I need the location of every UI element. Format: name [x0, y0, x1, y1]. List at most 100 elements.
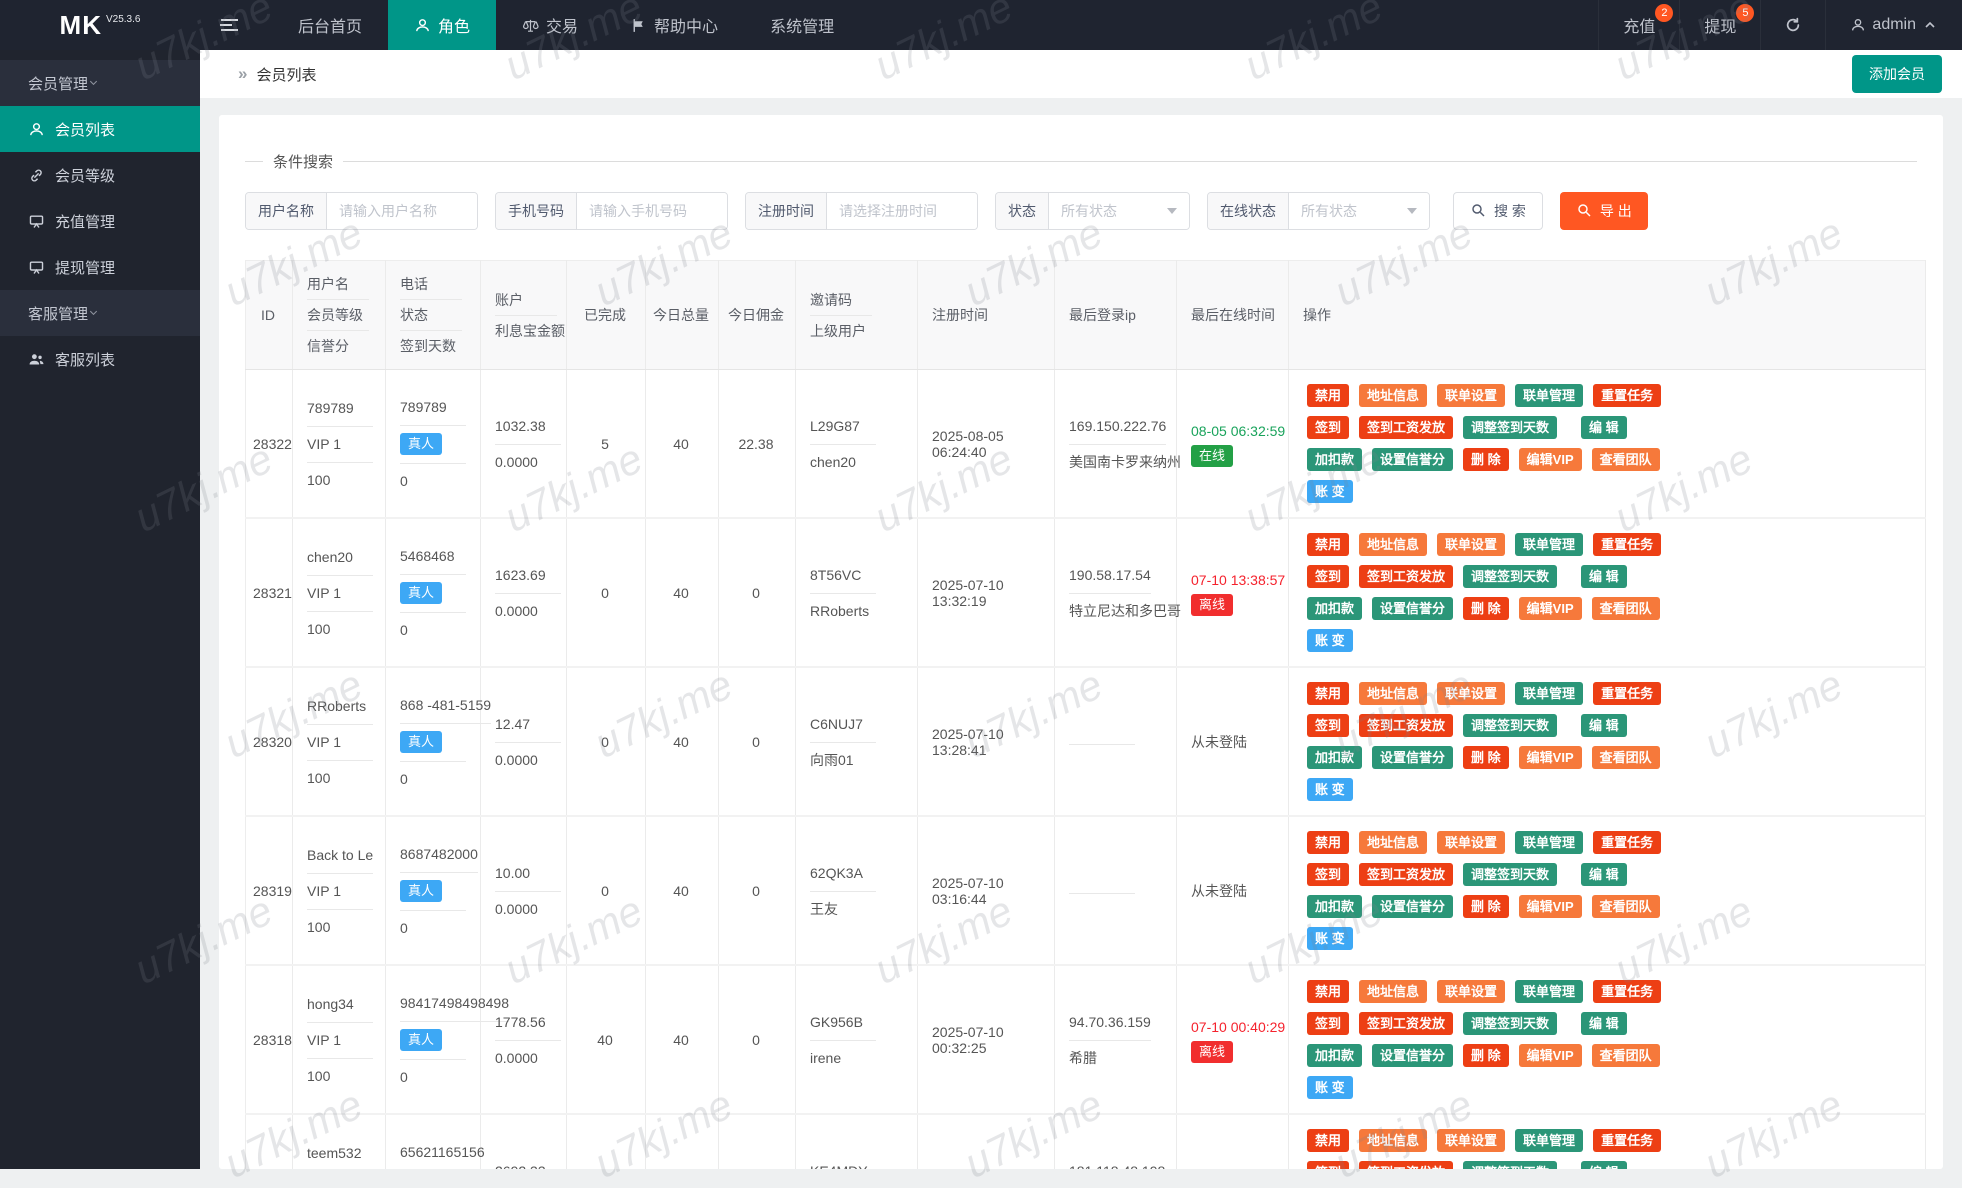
action-address-info[interactable]: 地址信息 — [1359, 831, 1428, 854]
action-view-team[interactable]: 查看团队 — [1591, 746, 1660, 769]
export-button[interactable]: 导 出 — [1559, 192, 1648, 230]
action-account-change[interactable]: 账 变 — [1307, 1076, 1353, 1099]
action-view-team[interactable]: 查看团队 — [1591, 1044, 1660, 1067]
action-reset-task[interactable]: 重置任务 — [1593, 533, 1662, 556]
action-order-settings[interactable]: 联单设置 — [1437, 384, 1506, 407]
action-view-team[interactable]: 查看团队 — [1591, 448, 1660, 471]
action-view-team[interactable]: 查看团队 — [1591, 597, 1660, 620]
action-edit-vip[interactable]: 编辑VIP — [1518, 1044, 1582, 1067]
action-address-info[interactable]: 地址信息 — [1359, 1129, 1428, 1152]
action-delete[interactable]: 删 除 — [1463, 597, 1509, 620]
nav-tab-system[interactable]: 系统管理 — [744, 0, 860, 50]
action-edit-vip[interactable]: 编辑VIP — [1518, 895, 1582, 918]
action-account-change[interactable]: 账 变 — [1307, 629, 1353, 652]
action-edit-vip[interactable]: 编辑VIP — [1518, 597, 1582, 620]
action-edit[interactable]: 编 辑 — [1581, 416, 1627, 439]
recharge-button[interactable]: 充值 2 — [1598, 0, 1679, 50]
action-disable[interactable]: 禁用 — [1307, 682, 1350, 705]
action-reset-task[interactable]: 重置任务 — [1593, 1129, 1662, 1152]
sidebar-group-service-manage[interactable]: 客服管理 — [0, 290, 200, 336]
filter-input-username[interactable] — [327, 193, 477, 229]
action-order-manage[interactable]: 联单管理 — [1515, 980, 1584, 1003]
sidebar-group-member-manage[interactable]: 会员管理 — [0, 60, 200, 106]
action-account-change[interactable]: 账 变 — [1307, 480, 1353, 503]
action-adjust-sign-days[interactable]: 调整签到天数 — [1463, 714, 1558, 737]
action-add-deduct[interactable]: 加扣款 — [1307, 746, 1363, 769]
action-reset-task[interactable]: 重置任务 — [1593, 831, 1662, 854]
action-adjust-sign-days[interactable]: 调整签到天数 — [1463, 863, 1558, 886]
action-sign-in[interactable]: 签到 — [1307, 714, 1350, 737]
nav-tab-trade[interactable]: 交易 — [496, 0, 604, 50]
action-sign-in[interactable]: 签到 — [1307, 416, 1350, 439]
action-reset-task[interactable]: 重置任务 — [1593, 682, 1662, 705]
user-menu[interactable]: admin — [1825, 0, 1962, 50]
action-set-credit[interactable]: 设置信誉分 — [1372, 597, 1454, 620]
action-adjust-sign-days[interactable]: 调整签到天数 — [1463, 1161, 1558, 1169]
sidebar-item-member-level[interactable]: 会员等级 — [0, 152, 200, 198]
filter-select-online-status[interactable]: 所有状态 — [1289, 193, 1429, 229]
action-sign-salary[interactable]: 签到工资发放 — [1359, 714, 1454, 737]
action-order-manage[interactable]: 联单管理 — [1515, 384, 1584, 407]
action-disable[interactable]: 禁用 — [1307, 533, 1350, 556]
action-set-credit[interactable]: 设置信誉分 — [1372, 746, 1454, 769]
action-reset-task[interactable]: 重置任务 — [1593, 980, 1662, 1003]
action-edit[interactable]: 编 辑 — [1581, 863, 1627, 886]
refresh-button[interactable] — [1760, 0, 1825, 50]
action-edit[interactable]: 编 辑 — [1581, 1012, 1627, 1035]
action-address-info[interactable]: 地址信息 — [1359, 682, 1428, 705]
action-delete[interactable]: 删 除 — [1463, 746, 1509, 769]
action-sign-salary[interactable]: 签到工资发放 — [1359, 565, 1454, 588]
action-edit[interactable]: 编 辑 — [1581, 1161, 1627, 1169]
action-edit[interactable]: 编 辑 — [1581, 714, 1627, 737]
action-reset-task[interactable]: 重置任务 — [1593, 384, 1662, 407]
action-add-deduct[interactable]: 加扣款 — [1307, 448, 1363, 471]
action-view-team[interactable]: 查看团队 — [1591, 895, 1660, 918]
action-order-settings[interactable]: 联单设置 — [1437, 831, 1506, 854]
action-sign-salary[interactable]: 签到工资发放 — [1359, 1012, 1454, 1035]
action-sign-in[interactable]: 签到 — [1307, 1012, 1350, 1035]
action-order-manage[interactable]: 联单管理 — [1515, 682, 1584, 705]
action-address-info[interactable]: 地址信息 — [1359, 980, 1428, 1003]
action-order-settings[interactable]: 联单设置 — [1437, 980, 1506, 1003]
action-sign-in[interactable]: 签到 — [1307, 863, 1350, 886]
action-set-credit[interactable]: 设置信誉分 — [1372, 895, 1454, 918]
action-account-change[interactable]: 账 变 — [1307, 927, 1353, 950]
action-order-settings[interactable]: 联单设置 — [1437, 533, 1506, 556]
action-adjust-sign-days[interactable]: 调整签到天数 — [1463, 1012, 1558, 1035]
nav-tab-home[interactable]: 后台首页 — [272, 0, 388, 50]
menu-toggle-icon[interactable] — [200, 0, 258, 50]
action-disable[interactable]: 禁用 — [1307, 831, 1350, 854]
sidebar-item-service-list[interactable]: 客服列表 — [0, 336, 200, 382]
action-delete[interactable]: 删 除 — [1463, 448, 1509, 471]
action-add-deduct[interactable]: 加扣款 — [1307, 895, 1363, 918]
action-order-settings[interactable]: 联单设置 — [1437, 1129, 1506, 1152]
action-disable[interactable]: 禁用 — [1307, 1129, 1350, 1152]
action-disable[interactable]: 禁用 — [1307, 980, 1350, 1003]
action-add-deduct[interactable]: 加扣款 — [1307, 597, 1363, 620]
action-edit[interactable]: 编 辑 — [1581, 565, 1627, 588]
action-delete[interactable]: 删 除 — [1463, 1044, 1509, 1067]
action-set-credit[interactable]: 设置信誉分 — [1372, 448, 1454, 471]
action-adjust-sign-days[interactable]: 调整签到天数 — [1463, 565, 1558, 588]
action-sign-in[interactable]: 签到 — [1307, 1161, 1350, 1169]
add-member-button[interactable]: 添加会员 — [1852, 55, 1942, 93]
search-button[interactable]: 搜 索 — [1453, 192, 1543, 230]
action-sign-salary[interactable]: 签到工资发放 — [1359, 1161, 1454, 1169]
action-account-change[interactable]: 账 变 — [1307, 778, 1353, 801]
nav-tab-help-center[interactable]: 帮助中心 — [604, 0, 744, 50]
filter-select-status[interactable]: 所有状态 — [1049, 193, 1189, 229]
sidebar-item-recharge-manage[interactable]: 充值管理 — [0, 198, 200, 244]
withdraw-button[interactable]: 提现 5 — [1679, 0, 1760, 50]
action-set-credit[interactable]: 设置信誉分 — [1372, 1044, 1454, 1067]
action-address-info[interactable]: 地址信息 — [1359, 533, 1428, 556]
action-adjust-sign-days[interactable]: 调整签到天数 — [1463, 416, 1558, 439]
action-address-info[interactable]: 地址信息 — [1359, 384, 1428, 407]
action-disable[interactable]: 禁用 — [1307, 384, 1350, 407]
nav-tab-roles[interactable]: 角色 — [388, 0, 497, 50]
filter-input-phone[interactable] — [577, 193, 727, 229]
filter-input-register-time[interactable] — [827, 193, 977, 229]
sidebar-item-member-list[interactable]: 会员列表 — [0, 106, 200, 152]
action-sign-in[interactable]: 签到 — [1307, 565, 1350, 588]
action-edit-vip[interactable]: 编辑VIP — [1518, 746, 1582, 769]
action-delete[interactable]: 删 除 — [1463, 895, 1509, 918]
